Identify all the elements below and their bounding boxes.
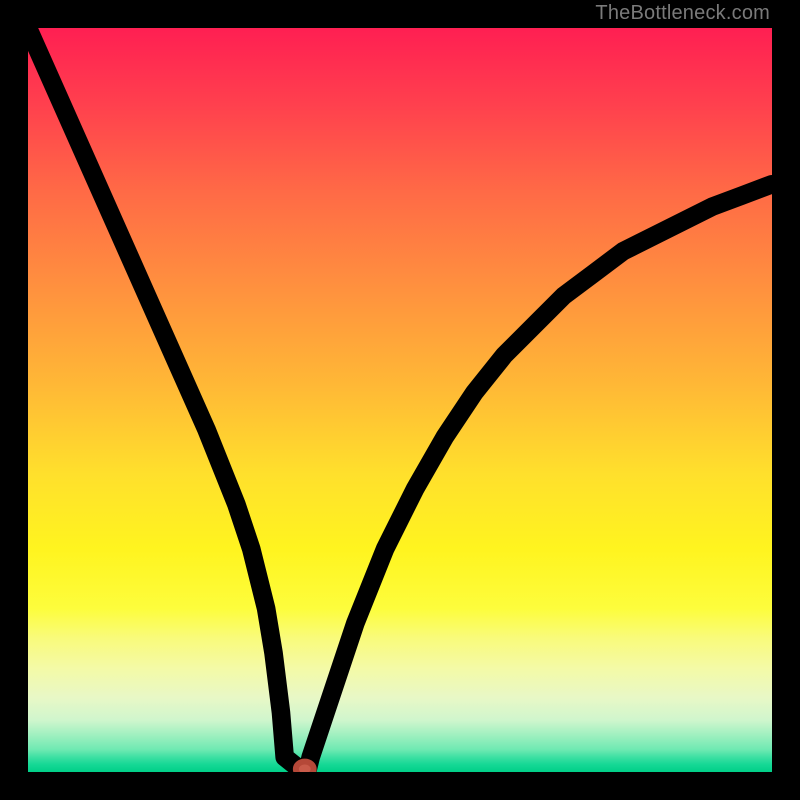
chart-frame: TheBottleneck.com xyxy=(0,0,800,800)
watermark-text: TheBottleneck.com xyxy=(595,2,770,25)
optimal-point-marker xyxy=(296,762,314,772)
curve-layer xyxy=(28,28,772,772)
bottleneck-curve xyxy=(28,28,772,772)
plot-area xyxy=(28,28,772,772)
